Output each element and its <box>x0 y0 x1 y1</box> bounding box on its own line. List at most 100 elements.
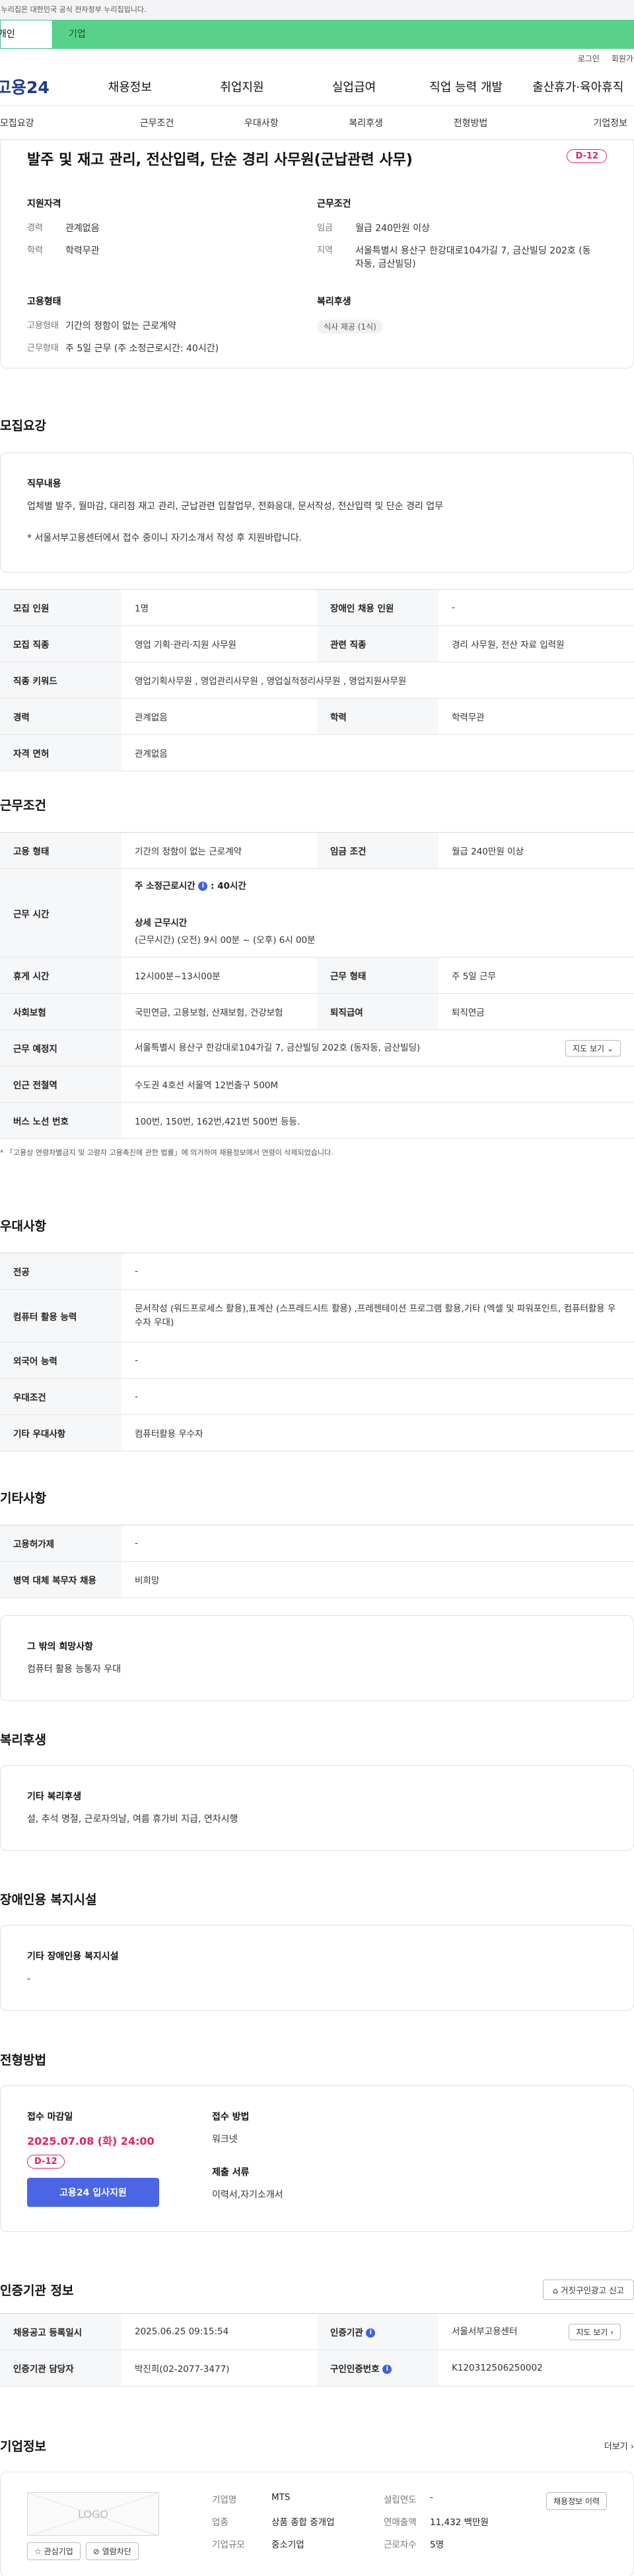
company-logo-text: LOGO <box>78 2507 108 2521</box>
table-row: 외국어 능력 - <box>0 1342 634 1379</box>
company-actions: ☆ 관심기업 ⊘ 열람차단 <box>27 2542 212 2560</box>
job-history-button[interactable]: 채용정보 이력 <box>546 2492 607 2510</box>
table-cell: - <box>122 1253 634 1290</box>
welfare-box: 기타 복리후생 설, 추석 명절, 근로자의날, 여름 휴가비 지급, 연차시행 <box>0 1765 634 1851</box>
table-header-cell: 직종 키워드 <box>0 662 122 699</box>
table-header-cell: 장애인 채용 인원 <box>317 589 439 626</box>
summary-row: 학력 학력무관 <box>27 244 304 258</box>
signup-link[interactable]: 회원가입 <box>612 53 634 64</box>
company-field-value: MTS <box>271 2492 291 2503</box>
company-more-label: 더보기 <box>604 2442 628 2452</box>
snb-company[interactable]: 기업정보 <box>523 116 634 129</box>
company-more-link[interactable]: 더보기 › <box>604 2439 634 2452</box>
table-header-cell: 고용 형태 <box>0 832 122 869</box>
summary-row: 경력 관계없음 <box>27 222 304 235</box>
company-field-value: - <box>430 2492 433 2503</box>
table-row: 경력 관계없음 학력 학력무관 <box>0 698 634 735</box>
table-row: 휴게 시간 12시00분~13시00분 근무 형태 주 5일 근무 <box>0 957 634 994</box>
duty-head: 직무내용 <box>27 479 61 489</box>
company-field-value: 상품 종합 중개업 <box>271 2517 335 2528</box>
age-note: * 「고용상 연령차별금지 및 고령자 고용촉진에 관한 법률」에 의거하여 채… <box>0 1148 334 1157</box>
report-button[interactable]: ⌂ 거짓구인광고 신고 <box>543 2280 634 2300</box>
table-row: 모집 직종 영업 기획·관리·지원 사무원 관련 직종 경리 사무원, 전산 자… <box>0 625 634 662</box>
table-cell: 100번, 150번, 162번,421번 500번 등등. <box>122 1102 634 1139</box>
gov-banner: 이 누리집은 대한민국 공식 전자정부 누리집입니다. <box>0 0 634 20</box>
info-icon[interactable]: i <box>366 2328 376 2338</box>
nav-unemployment-benefit[interactable]: 실업급여 <box>298 78 410 95</box>
table-row: 자격 면허 관계없음 <box>0 734 634 771</box>
table-cell: 12시00분~13시00분 <box>122 957 317 994</box>
chevron-down-icon: ⌄ <box>606 1043 614 1053</box>
snb-work[interactable]: 근무조건 <box>104 116 209 129</box>
process-title: 전형방법 <box>0 2053 46 2068</box>
company-field-value: 중소기업 <box>271 2540 304 2550</box>
snb-process[interactable]: 전형방법 <box>418 116 522 129</box>
job-summary-card: 발주 및 재고 관리, 전산입력, 단순 경리 사무원(군납관련 사무) D-1… <box>0 140 634 368</box>
report-button-label: 거짓구인광고 신고 <box>561 2285 624 2295</box>
nav-maternity-leave[interactable]: 출산휴가·육아휴직 <box>522 78 634 95</box>
company-jobs-col: 채용정보 이력 <box>546 2492 607 2557</box>
block-label: 열람차단 <box>102 2547 131 2556</box>
table-header-cell: 휴게 시간 <box>0 957 122 994</box>
table-cell: 수도권 4호선 서울역 12번출구 500M <box>122 1066 634 1103</box>
nav-job-info[interactable]: 채용정보 <box>74 78 186 95</box>
etc-section: 기타사항 고용허가제 - 병역 대체 복무자 채용 비희망 그 밖의 희망사항 컴퓨… <box>0 1488 634 1701</box>
section-nav: 모집요강 근무조건 우대사항 복리후생 전형방법 기업정보 <box>0 106 634 140</box>
site-logo[interactable]: 고용24 <box>0 75 74 98</box>
snb-welfare[interactable]: 복리후생 <box>314 116 418 129</box>
table-row: 기타 우대사항 컴퓨터활용 우수자 <box>0 1414 634 1451</box>
weekly-hours-value: : 40시간 <box>211 881 246 891</box>
gov-banner-text: 이 누리집은 대한민국 공식 전자정부 누리집입니다. <box>0 5 147 14</box>
info-icon[interactable]: i <box>198 882 208 891</box>
summary-row: 근무형태 주 5일 근무 (주 소정근로시간: 40시간) <box>27 342 304 355</box>
tab-company-label: 기업 <box>69 29 86 40</box>
table-row: 병역 대체 복무자 채용 비희망 <box>0 1561 634 1598</box>
snb-recruit[interactable]: 모집요강 <box>0 116 104 129</box>
table-cell: 기간의 정함이 없는 근로계약 <box>122 832 317 869</box>
table-header-cell: 학력 <box>317 698 439 735</box>
map-button[interactable]: 지도 보기 ⌄ <box>565 1039 621 1057</box>
tab-personal[interactable]: 개인 <box>0 20 53 49</box>
snb-preference[interactable]: 우대사항 <box>209 116 314 129</box>
favorite-company-button[interactable]: ☆ 관심기업 <box>27 2542 81 2560</box>
etc-title: 기타사항 <box>0 1491 46 1506</box>
table-header-cell: 모집 직종 <box>0 625 122 662</box>
table-cell: 주 5일 근무 <box>439 957 634 994</box>
welfare-head: 기타 복리후생 <box>27 1792 82 1802</box>
company-field-value: 11,432 백만원 <box>430 2517 489 2528</box>
summary-row: 임금 월급 240만원 이상 <box>317 222 594 235</box>
nav-employment-support[interactable]: 취업지원 <box>186 78 299 95</box>
info-icon[interactable]: i <box>382 2365 392 2374</box>
deadline-dday-badge: D-12 <box>27 2155 65 2169</box>
preference-section: 우대사항 전공 - 컴퓨터 활용 능력 문서작성 (워드프로세스 활용),표계산 (… <box>0 1216 634 1451</box>
table-cell: 월급 240만원 이상 <box>439 832 634 869</box>
company-field-key: 기업명 <box>212 2495 237 2505</box>
table-header-cell: 채용공고 등록일시 <box>0 2313 122 2350</box>
summary-val: 주 5일 근무 (주 소정근로시간: 40시간) <box>65 343 219 354</box>
top-links: 로그인 회원가입 <box>0 49 634 67</box>
nav-skill-development[interactable]: 직업 능력 개발 <box>410 78 522 95</box>
company-field-key: 연매출액 <box>384 2517 417 2528</box>
table-row: 전공 - <box>0 1253 634 1290</box>
tab-company[interactable]: 기업 <box>53 20 634 49</box>
block-view-button[interactable]: ⊘ 열람차단 <box>85 2542 139 2560</box>
org-map-button[interactable]: 지도 보기 › <box>569 2323 621 2340</box>
summary-qualification: 지원자격 경력 관계없음 학력 학력무관 <box>27 197 317 280</box>
summary-qual-head: 지원자격 <box>27 199 61 209</box>
summary-key: 임금 <box>317 223 333 233</box>
hope-text: 컴퓨터 활용 능통자 우대 <box>27 1664 122 1675</box>
table-cell: 1명 <box>122 589 317 626</box>
table-cell: 박진희(02-2077-3477) <box>122 2350 317 2386</box>
table-cell: K120312506250002 <box>439 2350 634 2386</box>
recruit-table: 모집 인원 1명 장애인 채용 인원 - 모집 직종 영업 기획·관리·지원 사… <box>0 589 634 771</box>
deadline-date: 2025.07.08 (화) 24:00 <box>27 2135 155 2147</box>
apply-button[interactable]: 고용24 입사지원 <box>27 2178 159 2207</box>
table-cell: 경리 사무원, 전산 자료 입력원 <box>439 625 634 662</box>
summary-key: 지역 <box>317 246 333 256</box>
hope-box: 그 밖의 희망사항 컴퓨터 활용 능통자 우대 <box>0 1615 634 1701</box>
map-button-label: 지도 보기 <box>573 1043 605 1053</box>
process-section: 전형방법 접수 마감일 2025.07.08 (화) 24:00 D-12 고용… <box>0 2050 634 2232</box>
login-link[interactable]: 로그인 <box>578 53 600 64</box>
method-col: 접수 방법 워크넷 제출 서류 이력서,자기소개서 <box>212 2110 283 2208</box>
table-cell: - <box>122 1378 634 1415</box>
